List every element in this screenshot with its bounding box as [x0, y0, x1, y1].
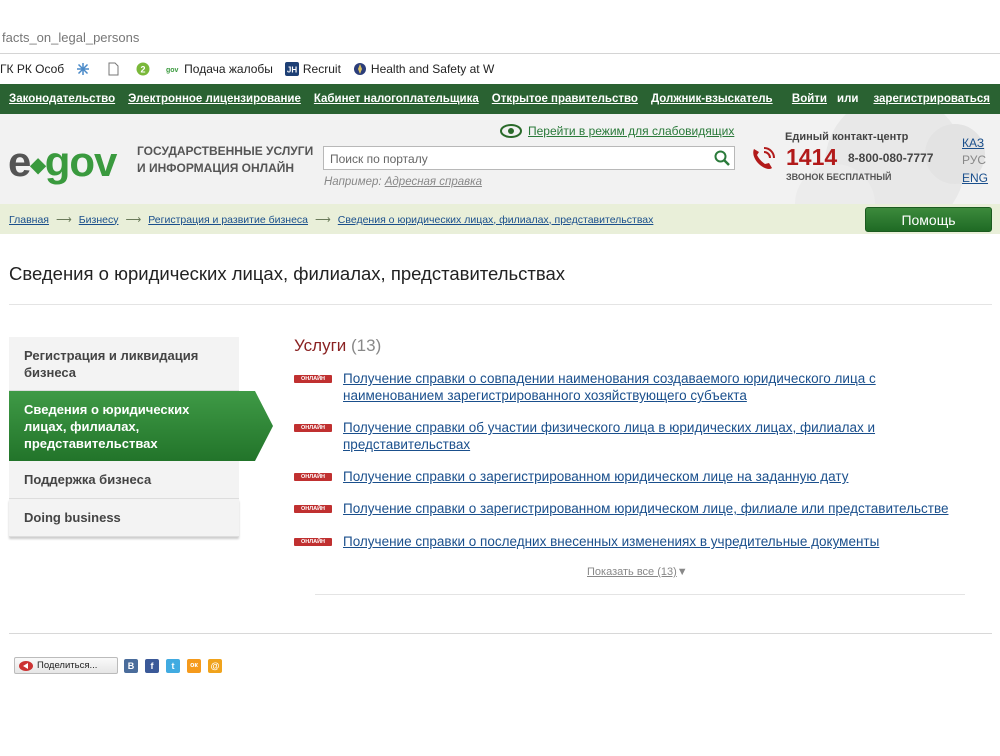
service-item: ОНЛАЙН Получение справки о зарегистриров… [294, 468, 974, 485]
blank-page-icon [108, 62, 119, 76]
bookmark-green[interactable]: 2 [136, 62, 154, 76]
lang-rus: РУС [962, 153, 987, 167]
show-all[interactable]: Показать все (13)▼ [587, 566, 688, 578]
top-navigation: Законодательство Электронное лицензирова… [0, 84, 1000, 114]
register-link[interactable]: зарегистрироваться [873, 93, 990, 105]
twitter-icon[interactable]: t [166, 659, 180, 673]
arrow-right-icon: ⟶ [125, 214, 142, 226]
example-link[interactable]: Адресная справка [385, 176, 482, 188]
sidebar-item-support[interactable]: Поддержка бизнеса [9, 461, 239, 499]
online-badge: ОНЛАЙН [294, 538, 332, 546]
phone-icon [753, 147, 775, 169]
service-item: ОНЛАЙН Получение справки о совпадении на… [294, 370, 974, 404]
service-link[interactable]: Получение справки о совпадении наименова… [343, 370, 876, 404]
online-badge: ОНЛАЙН [294, 473, 332, 481]
help-button[interactable]: Помощь [865, 207, 992, 232]
phone-short-number: 1414 [786, 144, 838, 170]
or-text: или [837, 93, 859, 105]
online-badge: ОНЛАЙН [294, 505, 332, 513]
odnoklassniki-icon[interactable]: ок [187, 659, 201, 673]
phone-long-number: 8-800-080-7777 [848, 151, 934, 165]
divider [9, 304, 992, 305]
service-item: ОНЛАЙН Получение справки об участии физи… [294, 419, 974, 453]
sidebar-item-doing-business[interactable]: Doing business [9, 499, 239, 537]
triangle-down-icon: ▼ [676, 566, 688, 578]
facebook-icon[interactable]: f [145, 659, 159, 673]
green-circle-icon: 2 [136, 62, 150, 76]
breadcrumb-home[interactable]: Главная [9, 214, 49, 226]
services-heading: Услуги (13) [294, 336, 382, 355]
page-title: Сведения о юридических лицах, филиалах, … [9, 263, 566, 284]
service-link[interactable]: Получение справки об участии физического… [343, 419, 875, 453]
jh-icon: JH [284, 62, 299, 76]
nav-taxpayer[interactable]: Кабинет налогоплательщика [314, 93, 479, 105]
search-box [323, 146, 735, 171]
share-icon [19, 660, 33, 671]
breadcrumb-registration[interactable]: Регистрация и развитие бизнеса [148, 214, 308, 226]
bookmark-gk[interactable]: ГК РК Особ [0, 62, 64, 76]
svg-text:JH: JH [287, 66, 297, 75]
nav-debtor[interactable]: Должник-взыскатель [651, 93, 773, 105]
divider [315, 594, 965, 595]
bookmark-recruit[interactable]: JH Recruit [284, 62, 341, 76]
contact-center-title: Единый контакт-центр [785, 131, 909, 143]
bookmark-snowflake[interactable] [76, 62, 94, 76]
sidebar-item-legal-entities[interactable]: Сведения о юридических лицах, филиалах, … [9, 391, 273, 461]
bookmark-page[interactable] [106, 62, 124, 76]
share-button[interactable]: Поделиться... [14, 657, 118, 674]
free-call-text: ЗВОНОК БЕСПЛАТНЫЙ [786, 172, 892, 182]
nav-licensing[interactable]: Электронное лицензирование [128, 93, 301, 105]
show-all-link[interactable]: Показать все (13) [587, 566, 677, 578]
svg-text:gov: gov [166, 67, 179, 74]
search-example: Например: Адресная справка [324, 176, 482, 188]
divider [9, 633, 992, 634]
lang-eng[interactable]: ENG [962, 171, 988, 185]
arrow-right-icon: ⟶ [315, 214, 331, 226]
sidebar-item-registration[interactable]: Регистрация и ликвидация бизнеса [9, 337, 239, 391]
vkontakte-icon[interactable]: В [124, 659, 138, 673]
site-slogan: ГОСУДАРСТВЕННЫЕ УСЛУГИ И ИНФОРМАЦИЯ ОНЛА… [137, 144, 314, 175]
nav-legislation[interactable]: Законодательство [9, 93, 115, 105]
address-bar[interactable]: facts_on_legal_persons [0, 22, 1000, 54]
snowflake-icon [77, 63, 90, 75]
lang-kaz[interactable]: КАЗ [962, 136, 984, 150]
eye-icon [500, 124, 522, 138]
bookmarks-bar: ГК РК Особ 2 gov Подача жалобы JH Recrui… [0, 55, 1000, 83]
svg-text:2: 2 [141, 65, 146, 75]
service-link[interactable]: Получение справки о последних внесенных … [343, 533, 879, 550]
bookmark-complaint[interactable]: gov Подача жалобы [166, 62, 273, 76]
search-icon[interactable] [714, 150, 730, 166]
online-badge: ОНЛАЙН [294, 375, 332, 383]
bookmark-health[interactable]: Health and Safety at W [353, 62, 494, 76]
emblem-icon [353, 63, 366, 75]
browser-top-strip [0, 0, 1000, 23]
service-item: ОНЛАЙН Получение справки о последних вне… [294, 533, 974, 550]
accessibility-mode[interactable]: Перейти в режим для слабовидящих [500, 124, 734, 138]
nav-open-government[interactable]: Открытое правительство [492, 93, 638, 105]
service-link[interactable]: Получение справки о зарегистрированном ю… [343, 468, 848, 485]
services-count: (13) [351, 336, 382, 355]
accessibility-link[interactable]: Перейти в режим для слабовидящих [528, 124, 734, 138]
arrow-right-icon: ⟶ [55, 214, 72, 226]
breadcrumb: Главная ⟶ Бизнесу ⟶ Регистрация и развит… [9, 213, 654, 227]
login-link[interactable]: Войти [792, 93, 827, 105]
service-item: ОНЛАЙН Получение справки о зарегистриров… [294, 500, 974, 517]
service-link[interactable]: Получение справки о зарегистрированном ю… [343, 500, 948, 517]
breadcrumb-current[interactable]: Сведения о юридических лицах, филиалах, … [338, 214, 654, 226]
egov-icon: gov [166, 67, 179, 74]
online-badge: ОНЛАЙН [294, 424, 332, 432]
search-input[interactable] [324, 147, 702, 171]
mailru-icon[interactable]: @ [208, 659, 222, 673]
egov-logo[interactable]: e◆gov [8, 138, 117, 186]
breadcrumb-business[interactable]: Бизнесу [79, 214, 119, 226]
